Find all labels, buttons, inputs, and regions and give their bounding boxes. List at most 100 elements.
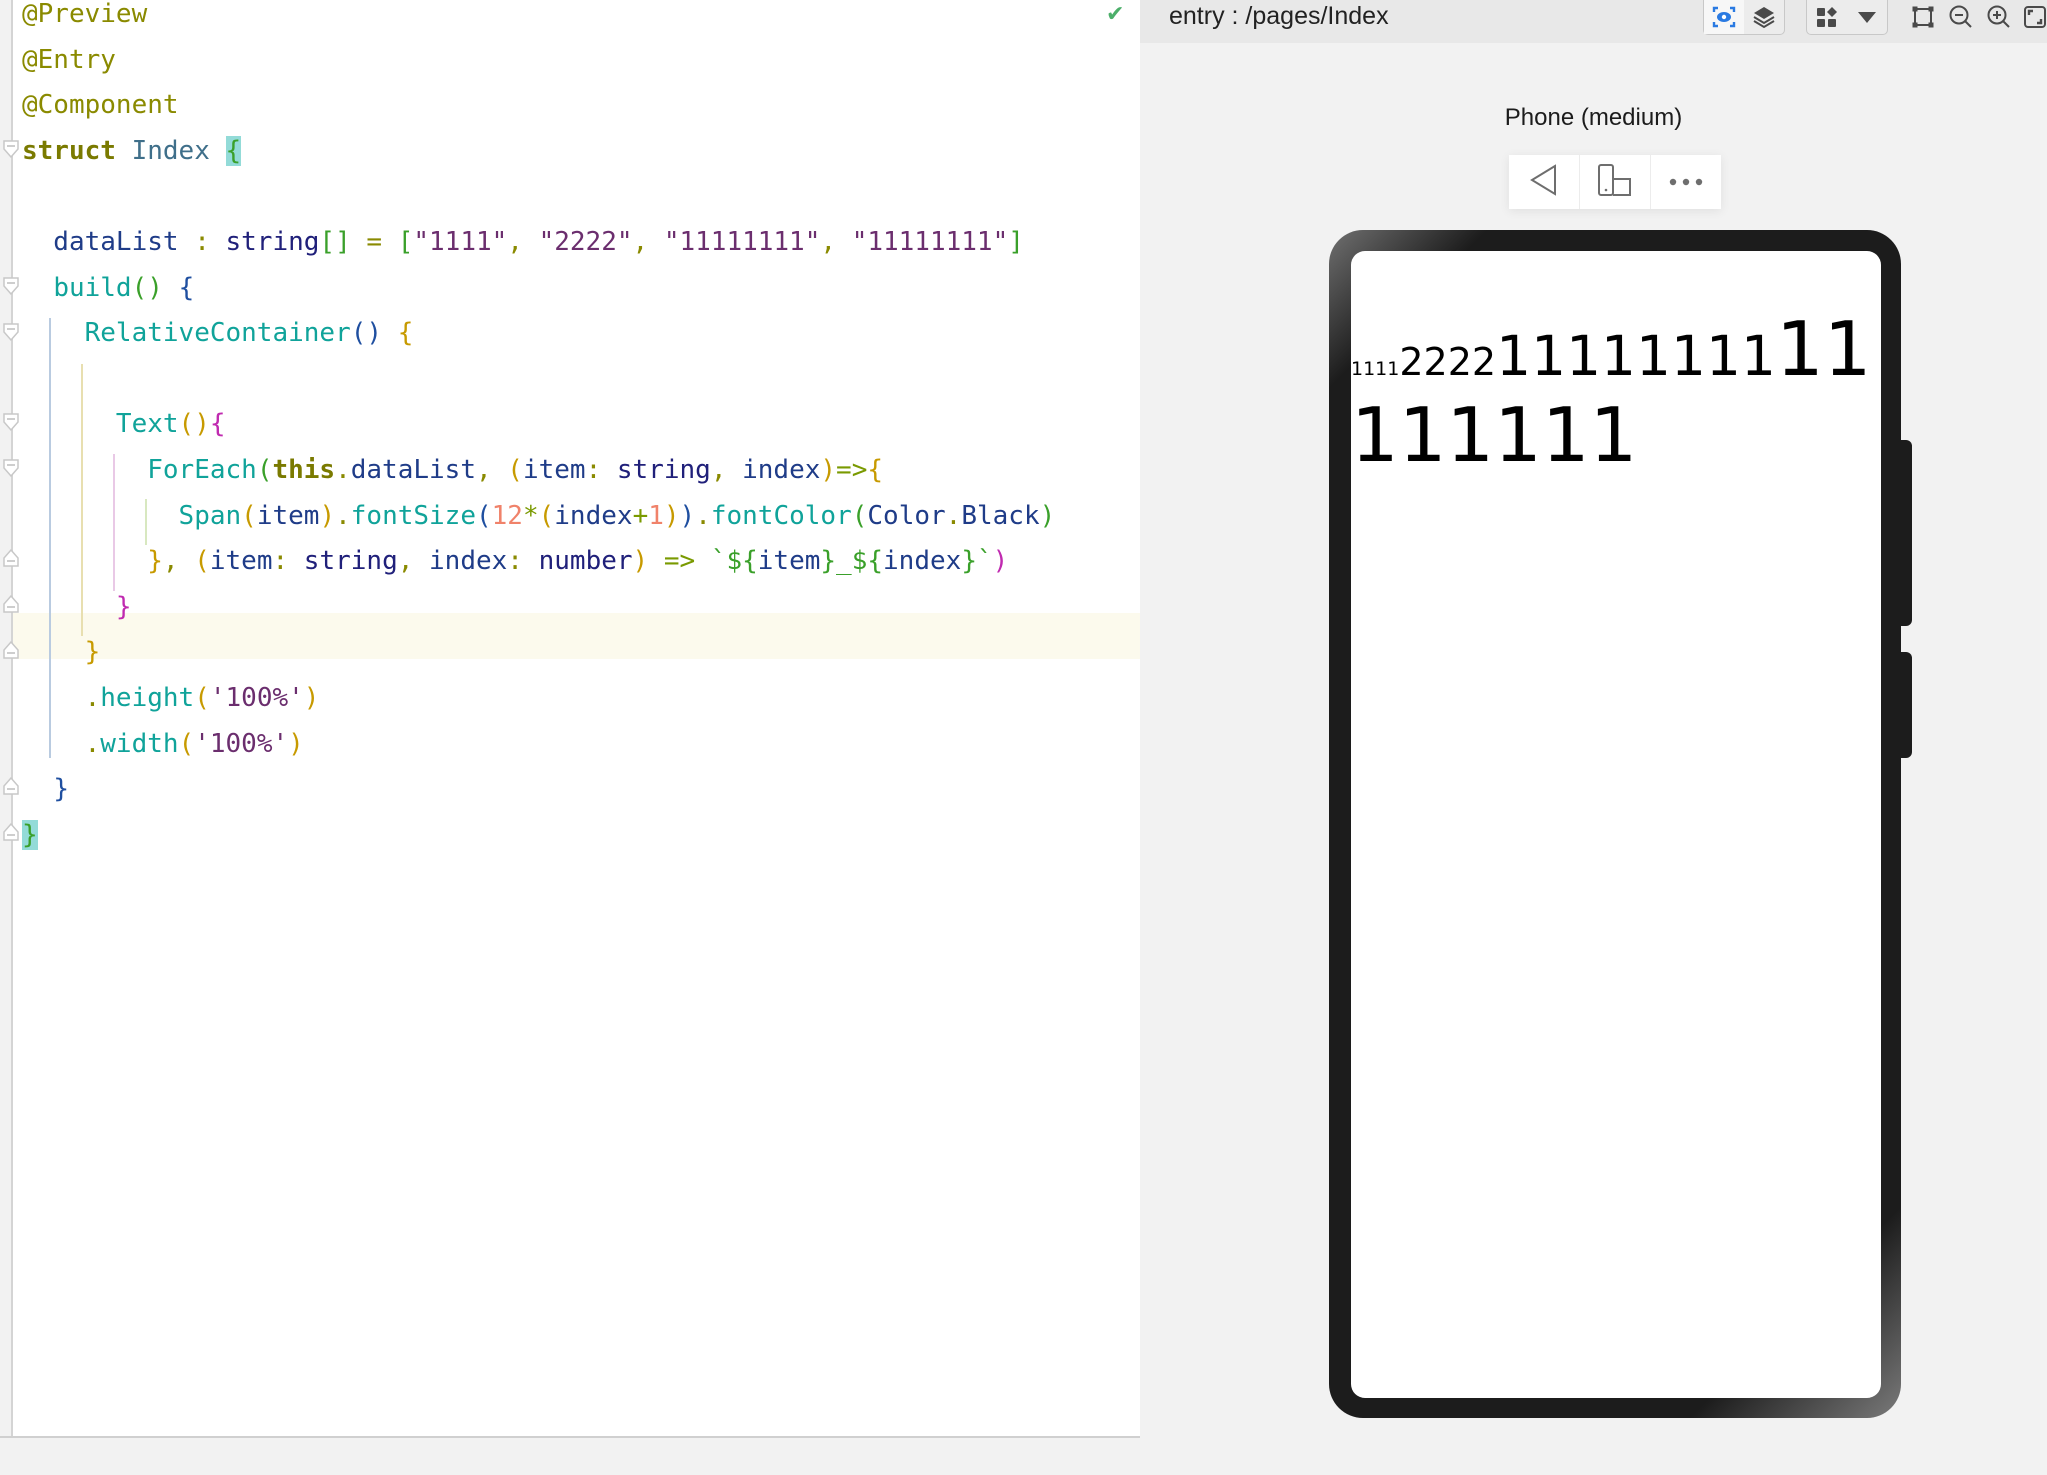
fit-screen-icon[interactable] [2016,0,2047,34]
rotate-device-icon [1597,163,1633,202]
code-token: ( [194,683,210,713]
code-token: } [84,637,101,668]
fold-end-icon[interactable] [2,594,20,614]
rotate-button[interactable] [1580,155,1651,209]
code-line[interactable]: }, (item: string, index: number) => `${i… [22,538,1008,584]
code-token: : [585,455,602,485]
code-token: "11111111" [851,227,1009,257]
rendered-span: 11111111 [1496,324,1777,388]
code-token: }_${ [820,546,884,577]
code-editor[interactable]: @Preview @Entry @Component struct Index { d… [0,0,1140,1438]
code-token: } [147,546,163,577]
code-token: ) [992,546,1009,577]
code-token: , [710,455,727,485]
fold-collapse-icon[interactable] [2,458,20,478]
more-dots-icon [1669,173,1703,191]
code-token: { [867,455,884,485]
fold-end-icon[interactable] [2,548,20,568]
code-token: ( [178,728,195,759]
more-button[interactable] [1651,155,1721,209]
editor-gutter [0,0,13,1436]
code-line[interactable]: Span(item).fontSize(12*(index+1)).fontCo… [22,493,1056,539]
code-token: struct [22,135,116,166]
code-line[interactable]: dataList : string[] = ["1111", "2222", "… [22,219,1024,265]
code-token: [ [397,227,414,257]
bounds-frame-icon[interactable] [1904,0,1942,34]
code-line[interactable]: @Component [22,82,179,128]
code-line[interactable]: } [22,766,69,812]
code-token: string [616,455,711,485]
code-token: `${ [710,546,758,577]
code-token: string [303,546,398,577]
code-token: @Component [22,90,179,121]
code-token: . [335,500,351,531]
device-name: Phone (medium) [1504,104,1683,131]
code-token: { [178,272,195,303]
zoom-in-icon[interactable] [1980,0,2018,34]
code-line[interactable]: build() { [22,265,194,311]
check-icon: ✔ [1106,2,1125,27]
code-line[interactable]: .height('100%') [22,675,320,721]
code-token: ) [820,455,837,485]
code-token: ) [303,683,320,713]
code-token: ( [538,500,555,531]
components-group [1806,0,1888,35]
code-token: ( [194,546,210,577]
zoom-out-icon[interactable] [1942,0,1980,34]
fold-end-icon[interactable] [2,822,20,842]
fold-collapse-icon[interactable] [2,139,20,159]
code-token: ForEach [147,455,257,485]
code-token: ( [241,500,257,531]
code-line[interactable]: } [22,584,132,630]
code-token: Span [178,500,242,531]
layers-icon[interactable] [1744,0,1784,34]
eye-inspect-icon[interactable] [1704,0,1744,34]
code-line[interactable]: Text(){ [22,401,226,447]
current-line-highlight [13,613,1140,659]
code-line[interactable]: } [22,812,38,858]
code-token: fontColor [710,500,852,531]
code-token: Black [961,500,1040,531]
code-line[interactable]: } [22,629,101,675]
phone-volume-button [1900,440,1912,626]
code-token: ( [851,500,868,531]
code-token: ( [256,455,273,485]
back-button[interactable] [1509,155,1580,209]
code-token: index [883,546,962,577]
code-line[interactable]: ForEach(this.dataList, (item: string, in… [22,447,883,493]
caret-down-icon[interactable] [1847,0,1887,34]
code-token: width [100,728,179,759]
code-token: RelativeContainer [84,318,351,349]
fold-collapse-icon[interactable] [2,322,20,342]
code-line[interactable]: struct Index { [22,128,242,174]
code-line[interactable]: @Preview [22,0,147,37]
rendered-text: 111122221111111111111111 [1351,306,1881,479]
code-token: number [538,546,633,577]
view-mode-group [1703,0,1785,35]
fold-collapse-icon[interactable] [2,412,20,432]
code-line[interactable]: @Entry [22,37,116,83]
device-control-bar [1509,155,1721,209]
code-line[interactable]: .width('100%') [22,721,304,767]
code-token: item [256,500,320,531]
code-token: } [53,774,69,805]
fold-end-icon[interactable] [2,776,20,796]
code-line[interactable]: RelativeContainer() { [22,310,414,356]
fold-collapse-icon[interactable] [2,276,20,296]
fold-end-icon[interactable] [2,640,20,660]
components-icon[interactable] [1807,0,1847,34]
code-token: } [115,591,132,622]
